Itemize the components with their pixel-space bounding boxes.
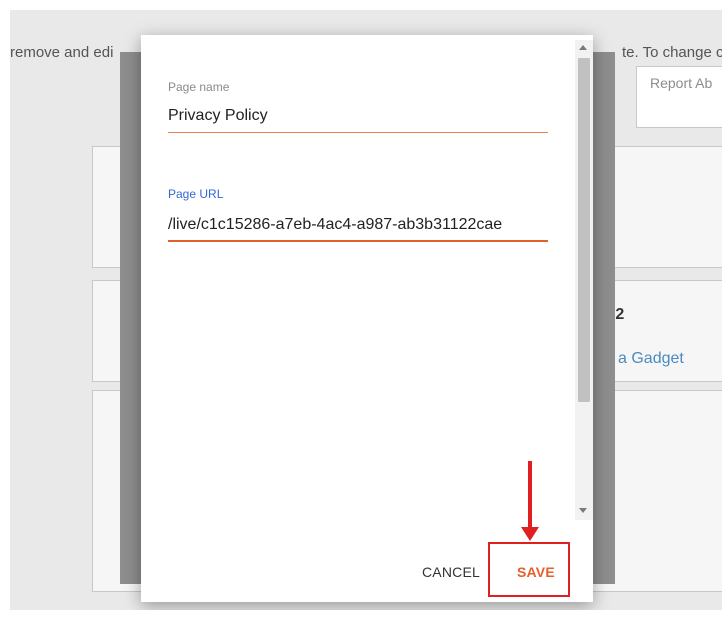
scroll-thumb[interactable]: [578, 58, 590, 402]
background-tab-label: Report Ab: [650, 75, 713, 91]
page-background: remove and edi te. To change co Report A…: [10, 10, 722, 610]
background-intro-text: remove and edi: [10, 44, 114, 61]
page-name-input[interactable]: Privacy Policy: [168, 107, 548, 125]
page-name-underline: [168, 132, 548, 133]
cancel-button[interactable]: CANCEL: [416, 563, 486, 581]
annotation-arrow-shaft: [528, 461, 532, 529]
edit-page-dialog: Page name Privacy Policy Page URL /live/…: [141, 35, 593, 602]
page-url-input[interactable]: /live/c1c15286-a7eb-4ac4-a987-ab3b31122c…: [168, 216, 548, 234]
scroll-down-arrow-icon[interactable]: [579, 508, 587, 513]
dialog-scrollbar[interactable]: [575, 40, 593, 520]
background-intro-text-right: te. To change co: [622, 44, 722, 61]
save-highlight-box: [488, 542, 570, 597]
background-add-gadget-link[interactable]: l a Gadget: [610, 350, 684, 368]
page-name-label: Page name: [168, 80, 230, 94]
annotation-arrow-down-icon: [521, 527, 539, 541]
page-url-label: Page URL: [168, 187, 224, 201]
page-url-underline: [168, 240, 548, 242]
scroll-up-arrow-icon[interactable]: [579, 45, 587, 50]
